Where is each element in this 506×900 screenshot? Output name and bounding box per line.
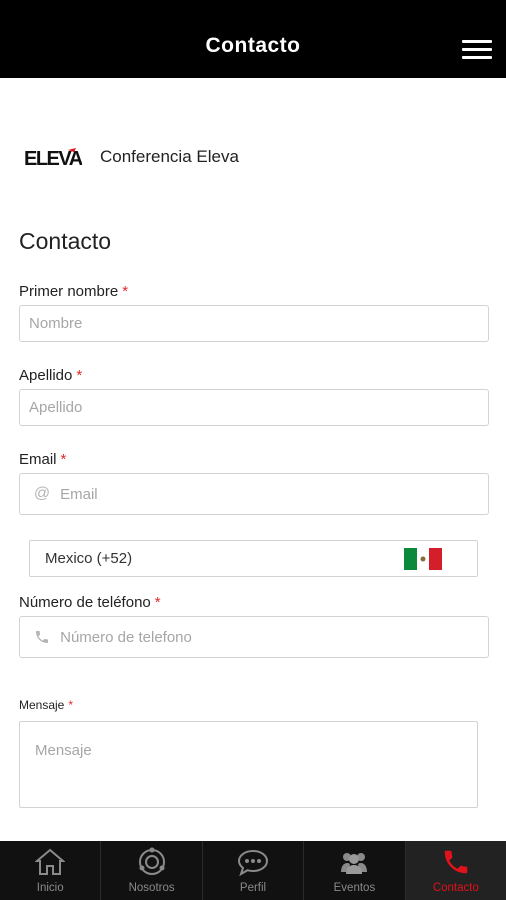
home-icon [33,847,67,877]
chat-icon [236,847,270,877]
tab-nosotros[interactable]: Nosotros [101,841,203,900]
first-name-input[interactable] [20,315,488,332]
phone-icon [439,847,473,877]
message-textarea[interactable] [35,742,462,787]
brand-row: ELEVA Conferencia Eleva [24,143,239,171]
email-field: @ [19,473,489,515]
phone-input[interactable] [60,628,488,646]
form-title: Contacto [19,228,112,254]
tab-nosotros-label: Nosotros [128,882,175,894]
first-name-label: Primer nombre * [19,283,129,300]
orbit-icon [135,847,169,877]
tab-eventos[interactable]: Eventos [304,841,406,900]
last-name-label: Apellido * [19,367,83,384]
tab-inicio[interactable]: Inicio [0,841,102,900]
bottom-tab-bar: Inicio Nosotros Perfil Eventos Contacto [0,841,506,900]
country-code-value: Mexico (+52) [45,550,133,567]
people-icon [337,847,371,877]
email-input[interactable] [60,485,488,503]
last-name-input[interactable] [20,399,488,416]
hamburger-menu-icon[interactable] [462,40,494,62]
message-field [19,721,478,808]
email-label: Email * [19,451,67,468]
phone-field [19,616,489,658]
tab-perfil-label: Perfil [239,882,267,894]
tab-contacto[interactable]: Contacto [405,841,506,900]
at-sign-icon: @ [33,485,51,502]
eleva-logo: ELEVA [24,144,84,170]
tab-perfil[interactable]: Perfil [203,841,305,900]
country-code-select[interactable]: Mexico (+52) [29,540,478,577]
last-name-field [19,389,489,426]
phone-label: Número de teléfono * [19,594,161,611]
brand-name: Conferencia Eleva [100,147,239,166]
tab-eventos-label: Eventos [333,882,376,894]
mexico-flag-icon [404,548,443,570]
tab-contacto-label: Contacto [432,882,479,894]
phone-icon [32,629,52,645]
page-title: Contacto [205,34,301,57]
message-label: Mensaje * [19,698,74,712]
tab-inicio-label: Inicio [36,882,64,894]
top-bar: Contacto [0,0,506,78]
first-name-field [19,305,489,342]
